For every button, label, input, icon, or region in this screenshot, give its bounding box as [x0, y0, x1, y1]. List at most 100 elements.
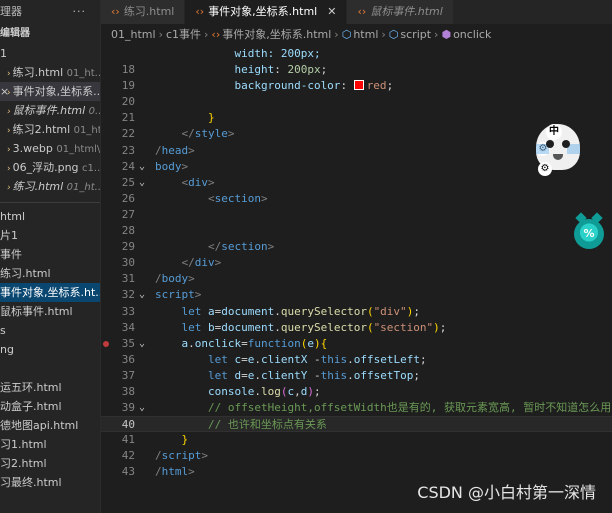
mascot-eye — [546, 140, 554, 148]
tab-1[interactable]: ‹› 练习.html — [101, 0, 186, 24]
code-line[interactable]: 30 </div> — [101, 255, 612, 271]
code-line[interactable]: 42/script> — [101, 448, 612, 464]
close-icon[interactable]: × — [0, 82, 9, 101]
breadcrumb-onclick[interactable]: onclick — [453, 28, 491, 41]
tab-2[interactable]: ‹› 事件对象,坐标系.html ✕ — [185, 0, 348, 24]
line-number: 41 — [121, 433, 135, 447]
tree-item[interactable]: 习最终.html — [0, 473, 100, 492]
tree-item[interactable]: 事件 — [0, 245, 100, 264]
tree-item[interactable]: 鼠标事件.html — [0, 302, 100, 321]
tree-item[interactable]: 运五环.html — [0, 378, 100, 397]
code-line[interactable]: 33 let a=document.querySelector("div"); — [101, 304, 612, 320]
tree-item[interactable]: ng — [0, 340, 100, 359]
open-editor-item[interactable]: ›3.webp 01_html\... — [0, 139, 100, 158]
color-swatch[interactable] — [353, 80, 364, 91]
open-editor-name: 3.webp — [12, 142, 53, 155]
fold-chevron-icon[interactable]: ⌄ — [139, 336, 149, 352]
code-line[interactable]: 41 } — [101, 432, 612, 448]
breadcrumb-html[interactable]: html — [353, 28, 378, 41]
code-token: 200px — [287, 63, 321, 77]
code-token: . — [347, 368, 354, 382]
code-line[interactable]: 26 <section> — [101, 191, 612, 207]
code-token: . — [254, 352, 261, 366]
tree-item[interactable]: 德地图api.html — [0, 416, 100, 435]
tree-item[interactable]: 习2.html — [0, 454, 100, 473]
code-line[interactable]: 40 // 也许和坐标点有关系 — [101, 416, 612, 433]
code-token: section — [214, 191, 261, 205]
code-token: . — [274, 304, 281, 318]
open-editor-item[interactable]: ›练习2.html 01_ht... — [0, 120, 100, 139]
speed-ball-icon[interactable]: % — [574, 212, 604, 249]
code-line[interactable]: 39 ⌄ // offsetHeight,offsetWidth也是有的, 获取元… — [101, 400, 612, 416]
code-token: red — [366, 79, 387, 93]
code-token: height — [155, 63, 275, 77]
tab-3[interactable]: ‹› 鼠标事件.html — [347, 0, 454, 24]
close-icon[interactable]: ✕ — [327, 5, 336, 18]
code-editor[interactable]: width: 200px; 18 height: 200px; 19 backgro… — [101, 46, 612, 513]
code-line[interactable]: width: 200px; — [101, 46, 612, 62]
line-number: 39 — [121, 401, 135, 415]
fold-chevron-icon[interactable]: ⌄ — [139, 159, 149, 175]
gear-icon[interactable]: ⚙ — [538, 162, 552, 176]
open-editor-item[interactable]: ›练习.html 01_ht... — [0, 63, 100, 82]
open-editor-item[interactable]: ×› 事件对象,坐标系... — [0, 82, 100, 101]
open-editors-header[interactable]: 编辑器 — [0, 24, 100, 44]
input-language-toggle[interactable]: 中 — [546, 124, 562, 140]
tree-item[interactable]: 事件对象,坐标系.ht... — [0, 283, 100, 302]
more-actions-icon[interactable]: ··· — [73, 0, 101, 24]
code-token: offsetTop — [353, 368, 414, 382]
file-icon: › — [7, 164, 11, 174]
open-editor-item[interactable]: ›06_浮动.png c1... — [0, 158, 100, 177]
code-line[interactable]: 32 ⌄ script> — [101, 287, 612, 303]
line-number: 21 — [121, 111, 135, 125]
tree-item[interactable]: 动盒子.html — [0, 397, 100, 416]
code-token: > — [188, 143, 195, 157]
code-line[interactable]: 19 background-color: red; — [101, 78, 612, 94]
code-line[interactable]: 29 </section> — [101, 239, 612, 255]
code-line[interactable]: 36 let c=e.clientX -this.offsetLeft; — [101, 352, 612, 368]
line-number: 40 — [121, 418, 135, 432]
mascot-eye — [562, 140, 570, 148]
open-editor-item[interactable]: ›练习.html 01_ht... — [0, 177, 100, 196]
fold-chevron-icon[interactable]: ⌄ — [139, 287, 149, 303]
code-token: ; — [419, 352, 427, 366]
html-file-icon: ‹› — [195, 5, 205, 18]
breadcrumb-folder-1[interactable]: 01_html — [111, 28, 156, 41]
code-token: > — [188, 465, 195, 479]
code-line[interactable]: 38 console.log(c,d); — [101, 384, 612, 400]
tree-item[interactable]: html — [0, 207, 100, 226]
ball-ear — [591, 212, 603, 224]
code-line[interactable]: 37 let d=e.clientY -this.offsetTop; — [101, 368, 612, 384]
explorer-header: 理器 ··· — [0, 0, 100, 24]
code-token: ( — [366, 304, 374, 318]
code-line[interactable]: 27 — [101, 207, 612, 223]
code-line[interactable]: 34 let b=document.querySelector("section… — [101, 320, 612, 336]
fold-chevron-icon[interactable]: ⌄ — [139, 175, 149, 191]
html-file-icon: ‹› — [357, 5, 367, 18]
code-text: // offsetHeight,offsetWidth也是有的, 获取元素宽高,… — [155, 400, 611, 416]
code-text: </section> — [155, 239, 274, 255]
code-line[interactable]: 18 height: 200px; — [101, 62, 612, 78]
code-text: background-color: red; — [155, 78, 393, 94]
fold-chevron-icon[interactable]: ⌄ — [139, 400, 149, 416]
code-line[interactable]: 31/body> — [101, 271, 612, 287]
code-text: let a=document.querySelector("div"); — [155, 304, 420, 320]
code-token: section — [221, 240, 268, 254]
tree-item[interactable]: s — [0, 321, 100, 340]
breadcrumb-file[interactable]: 事件对象,坐标系.html — [222, 28, 331, 41]
tree-item[interactable]: 习1.html — [0, 435, 100, 454]
open-editor-item[interactable]: ›鼠标事件.html 0... — [0, 101, 100, 120]
tree-item[interactable]: 片1 — [0, 226, 100, 245]
code-line[interactable]: 20 — [101, 94, 612, 110]
tree-item[interactable] — [0, 359, 100, 378]
speed-ball-widget[interactable]: % — [570, 212, 608, 251]
code-line[interactable]: 35 ⌄ a.onclick=function(e){ — [101, 336, 612, 352]
tree-item[interactable]: 练习.html — [0, 264, 100, 283]
code-token: ; — [413, 304, 420, 318]
breadcrumb-script[interactable]: script — [400, 28, 431, 41]
code-text: height: 200px; — [155, 62, 327, 78]
breadcrumb-folder-2[interactable]: c1事件 — [166, 28, 201, 41]
code-line[interactable]: 28 — [101, 223, 612, 239]
line-number: 29 — [121, 240, 135, 254]
floating-assistant-widget[interactable]: 中 ⚙ ⚙ — [536, 124, 612, 184]
